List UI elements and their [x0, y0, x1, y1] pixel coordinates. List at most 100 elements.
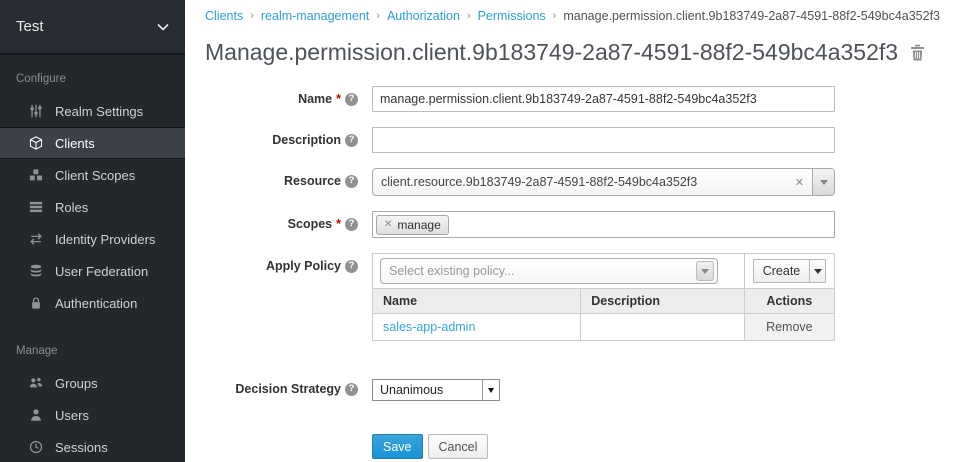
table-row: sales-app-admin Remove [373, 314, 834, 341]
policy-create-cell: Create [745, 254, 834, 288]
sidebar-item-clients[interactable]: Clients [0, 127, 185, 159]
create-dropdown-toggle[interactable] [809, 260, 825, 282]
clear-resource-icon[interactable]: ✕ [787, 176, 812, 189]
policy-select-cell: Select existing policy... [373, 254, 745, 288]
resource-label: Resource [284, 174, 341, 188]
resource-dropdown-button[interactable] [812, 169, 834, 195]
policy-select-placeholder: Select existing policy... [381, 264, 696, 278]
sidebar-section-configure: Configure [0, 55, 185, 95]
scope-tag-label: manage [397, 218, 440, 232]
form-row-name: Name * ? [205, 86, 978, 112]
scopes-label: Scopes [288, 217, 332, 231]
column-header-description: Description [581, 289, 744, 314]
scopes-multiselect[interactable]: ✕ manage [372, 211, 835, 238]
sidebar-item-label: Clients [55, 136, 95, 151]
decision-strategy-select[interactable]: Unanimous [372, 379, 500, 401]
apply-policy-label: Apply Policy [266, 259, 341, 273]
policy-dropdown-button[interactable] [696, 261, 714, 281]
select-caret [482, 380, 499, 400]
description-label: Description [272, 133, 341, 147]
realm-selector[interactable]: Test [0, 0, 185, 55]
breadcrumb-link-permissions[interactable]: Permissions [478, 9, 546, 23]
realm-name: Test [16, 18, 44, 35]
create-button-label: Create [754, 260, 810, 282]
breadcrumb-separator: › [376, 10, 380, 22]
policy-toolbar: Select existing policy... Create [373, 254, 834, 289]
resource-selected-value: client.resource.9b183749-2a87-4591-88f2-… [373, 175, 787, 189]
remove-policy-button[interactable]: Remove [744, 314, 834, 341]
sidebar-item-identity-providers[interactable]: Identity Providers [0, 223, 185, 255]
help-icon[interactable]: ? [345, 134, 358, 147]
policy-name-cell: sales-app-admin [373, 314, 581, 341]
help-icon[interactable]: ? [345, 260, 358, 273]
sidebar-item-sessions[interactable]: Sessions [0, 431, 185, 462]
user-icon [28, 407, 44, 423]
form-row-buttons: Save Cancel [205, 414, 978, 459]
save-button[interactable]: Save [372, 434, 423, 459]
help-icon[interactable]: ? [345, 175, 358, 188]
form-row-decision-strategy: Decision Strategy ? Unanimous [205, 379, 978, 401]
caret-down-icon [701, 269, 709, 274]
table-header-row: Name Description Actions [373, 289, 834, 314]
sidebar-item-roles[interactable]: Roles [0, 191, 185, 223]
chevron-down-icon [157, 23, 169, 31]
description-input[interactable] [372, 127, 835, 153]
cube-icon [28, 135, 44, 151]
breadcrumb-link-realm-management[interactable]: realm-management [261, 9, 369, 23]
policy-description-cell [581, 314, 744, 341]
create-policy-button[interactable]: Create [753, 259, 827, 283]
main-content: Clients › realm-management › Authorizati… [185, 0, 978, 462]
resource-select[interactable]: client.resource.9b183749-2a87-4591-88f2-… [372, 168, 835, 196]
sidebar-item-users[interactable]: Users [0, 399, 185, 431]
sidebar-item-label: Authentication [55, 296, 137, 311]
database-icon [28, 263, 44, 279]
decision-strategy-label: Decision Strategy [235, 382, 341, 396]
breadcrumb-separator: › [250, 10, 254, 22]
caret-down-icon [814, 269, 822, 274]
applied-policies-table: Name Description Actions sales-app-admin [373, 289, 834, 340]
sidebar-item-realm-settings[interactable]: Realm Settings [0, 95, 185, 127]
sidebar-item-groups[interactable]: Groups [0, 367, 185, 399]
name-input[interactable] [372, 86, 835, 112]
sidebar-item-label: Roles [55, 200, 88, 215]
sidebar-item-authentication[interactable]: Authentication [0, 287, 185, 319]
title-row: Manage.permission.client.9b183749-2a87-4… [205, 39, 978, 66]
breadcrumb-link-clients[interactable]: Clients [205, 9, 243, 23]
group-icon [28, 375, 44, 391]
help-icon[interactable]: ? [345, 93, 358, 106]
form-row-scopes: Scopes * ? ✕ manage [205, 211, 978, 238]
lock-icon [28, 295, 44, 311]
caret-down-icon [820, 180, 828, 185]
breadcrumb: Clients › realm-management › Authorizati… [205, 0, 978, 23]
form-row-description: Description ? [205, 127, 978, 153]
cancel-button[interactable]: Cancel [428, 434, 489, 459]
breadcrumb-link-authorization[interactable]: Authorization [387, 9, 460, 23]
sidebar-item-user-federation[interactable]: User Federation [0, 255, 185, 287]
name-label: Name [298, 92, 332, 106]
scope-tag-manage: ✕ manage [376, 215, 449, 235]
sidebar-item-client-scopes[interactable]: Client Scopes [0, 159, 185, 191]
required-marker: * [336, 92, 341, 106]
sidebar-item-label: Sessions [55, 440, 108, 455]
cubes-icon [28, 167, 44, 183]
policy-link-sales-app-admin[interactable]: sales-app-admin [383, 320, 475, 334]
page-title: Manage.permission.client.9b183749-2a87-4… [205, 39, 898, 66]
form-row-apply-policy: Apply Policy ? Select existing policy... [205, 253, 978, 341]
help-icon[interactable]: ? [345, 218, 358, 231]
help-icon[interactable]: ? [345, 383, 358, 396]
decision-strategy-value: Unanimous [373, 383, 482, 397]
column-header-name: Name [373, 289, 581, 314]
sidebar-item-label: Groups [55, 376, 98, 391]
breadcrumb-separator: › [553, 10, 557, 22]
sidebar-item-label: Client Scopes [55, 168, 135, 183]
app-window: Test Configure Realm Settings Clients Cl… [0, 0, 978, 462]
sidebar-item-label: Realm Settings [55, 104, 143, 119]
remove-tag-icon[interactable]: ✕ [384, 219, 392, 230]
form-row-resource: Resource ? client.resource.9b183749-2a87… [205, 168, 978, 196]
permission-form: Name * ? Description ? [205, 86, 978, 459]
existing-policy-select[interactable]: Select existing policy... [380, 258, 718, 284]
column-header-actions: Actions [744, 289, 834, 314]
breadcrumb-current: manage.permission.client.9b183749-2a87-4… [563, 9, 940, 23]
delete-permission-button[interactable] [910, 44, 925, 61]
required-marker: * [336, 217, 341, 231]
